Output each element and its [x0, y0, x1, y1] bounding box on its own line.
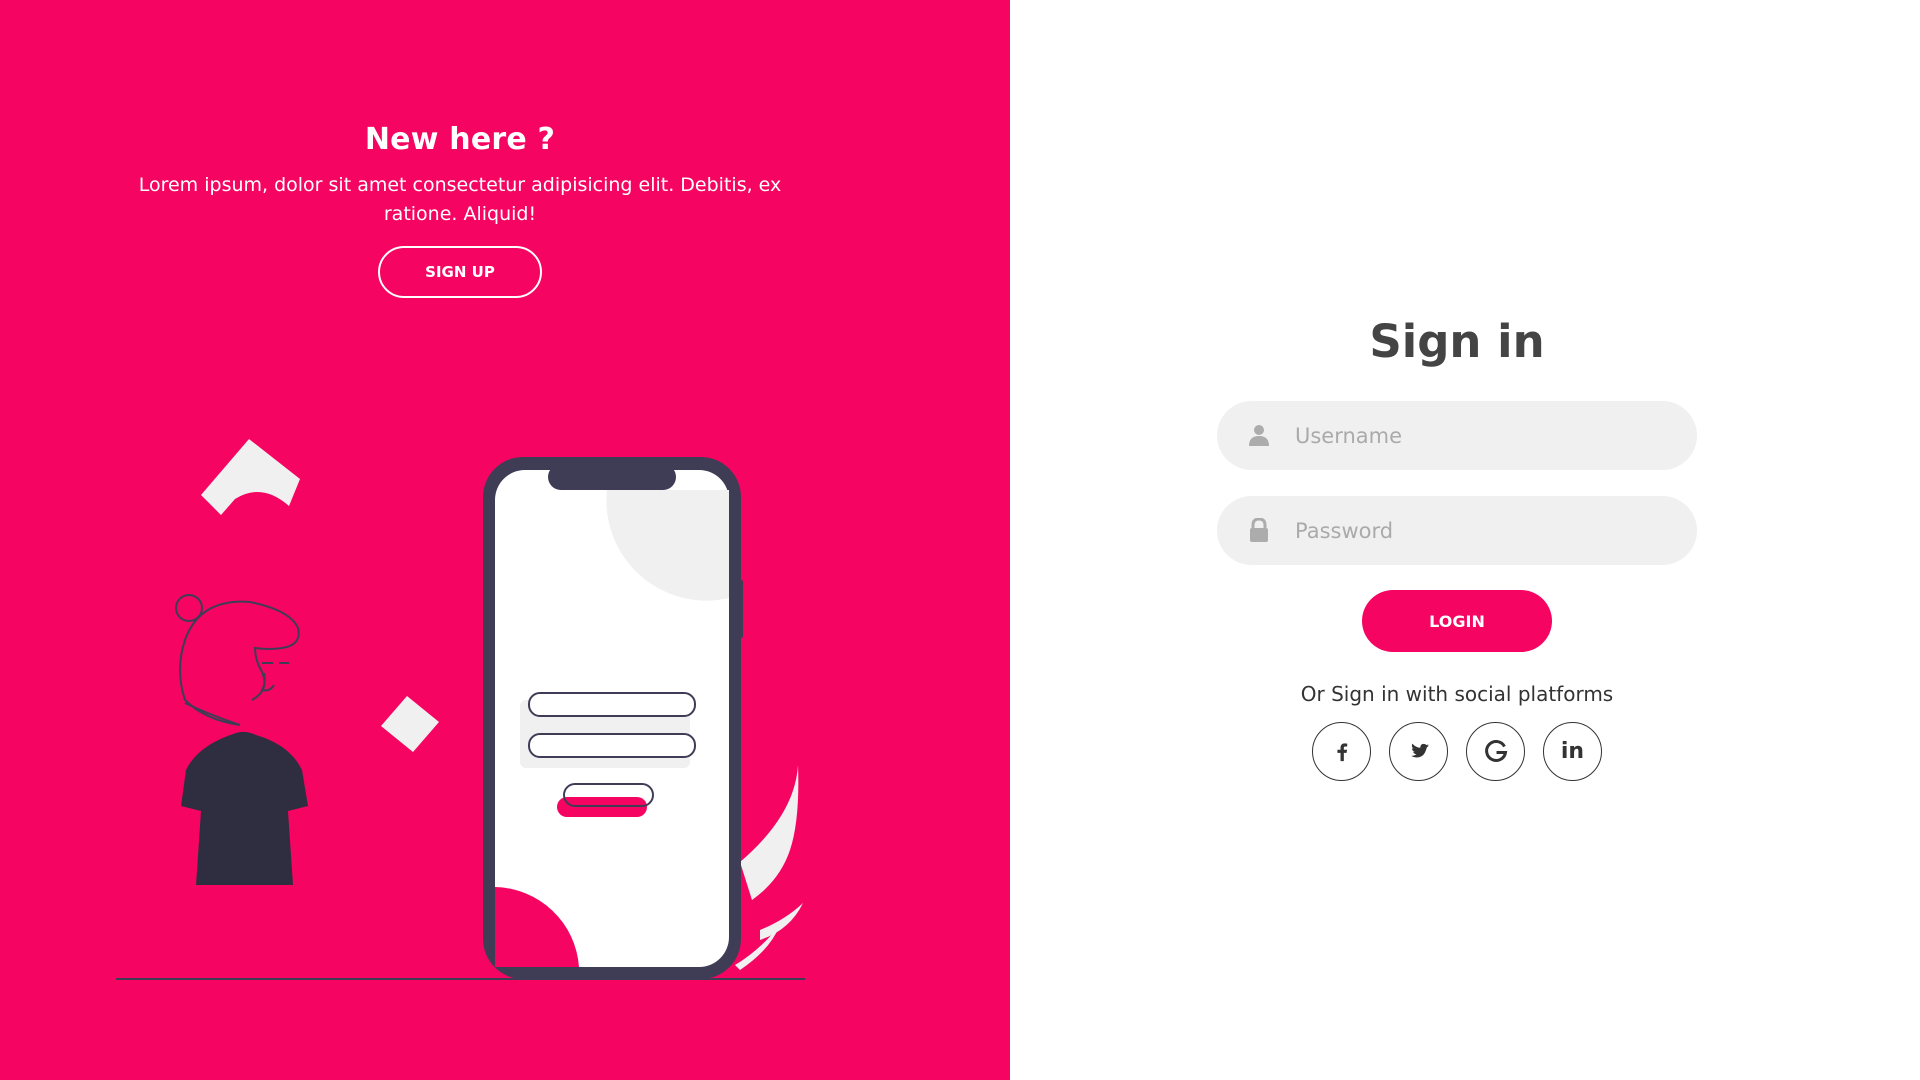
google-button[interactable] — [1466, 722, 1525, 781]
twitter-icon — [1410, 743, 1429, 757]
google-icon — [1484, 739, 1507, 762]
twitter-button[interactable] — [1389, 722, 1448, 781]
linkedin-button[interactable]: in — [1543, 722, 1602, 781]
phone-input — [528, 692, 696, 717]
user-icon — [1249, 425, 1269, 446]
left-panel: New here ? Lorem ipsum, dolor sit amet c… — [0, 0, 1010, 1080]
login-button[interactable]: LOGIN — [1362, 590, 1552, 652]
plant-leaf — [740, 765, 799, 900]
password-input[interactable] — [1293, 496, 1673, 565]
person-body — [181, 731, 308, 885]
plant-leaf — [760, 903, 803, 940]
phone-notch — [548, 464, 676, 490]
username-input[interactable] — [1293, 401, 1673, 470]
facebook-button[interactable] — [1312, 722, 1371, 781]
facebook-icon — [1336, 742, 1347, 761]
signin-form: Sign in LOGIN Or Sign in with social pla… — [1217, 310, 1697, 781]
lock-icon — [1250, 518, 1268, 542]
social-text: Or Sign in with social platforms — [1300, 682, 1614, 706]
linkedin-icon: in — [1560, 739, 1585, 764]
paper-shape — [201, 439, 300, 515]
social-links: in — [1217, 722, 1697, 781]
password-field[interactable] — [1217, 496, 1697, 565]
person-neck-line — [184, 702, 241, 726]
phone-side-button — [737, 580, 743, 638]
login-illustration — [116, 439, 805, 980]
person-face — [260, 662, 289, 692]
phone-input — [528, 733, 696, 758]
username-field[interactable] — [1217, 401, 1697, 470]
signin-title: Sign in — [1369, 315, 1545, 368]
paper-shape — [381, 696, 439, 752]
